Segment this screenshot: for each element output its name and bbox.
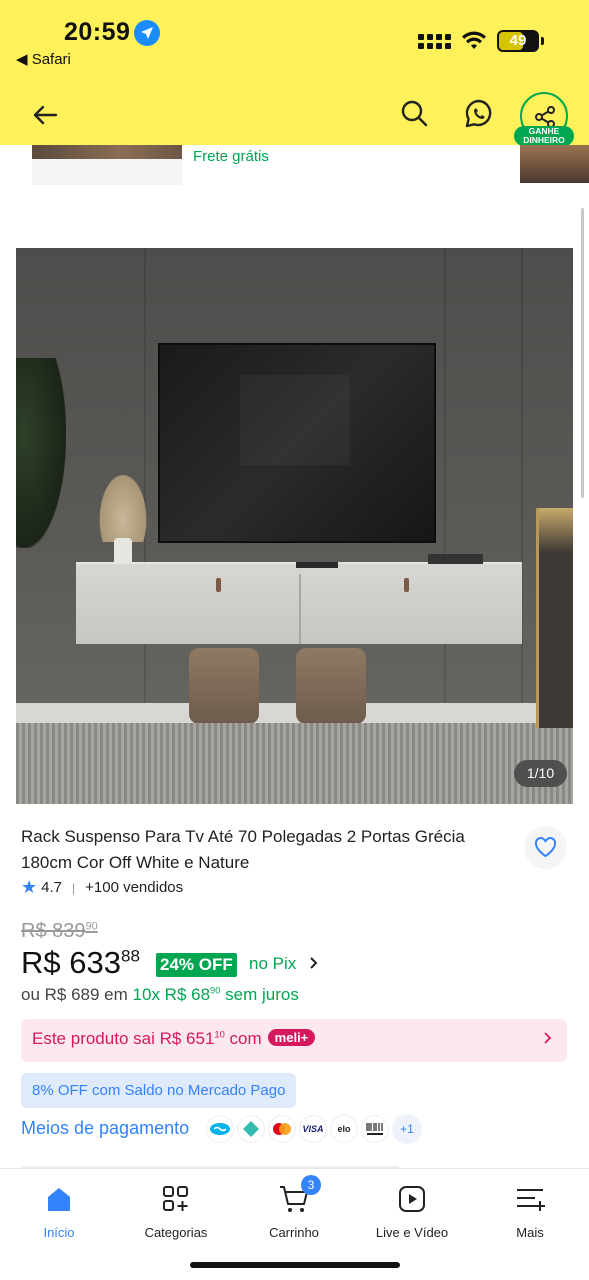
tab-label: Live e Vídeo <box>375 1225 449 1240</box>
share-earn-badge[interactable]: GANHE DINHEIRO <box>514 126 574 146</box>
discount-badge: 24% OFF <box>156 953 237 977</box>
battery-icon: 49 <box>497 30 544 52</box>
related-product-image[interactable] <box>520 145 589 183</box>
tab-label: Carrinho <box>269 1225 319 1240</box>
home-indicator[interactable] <box>190 1262 400 1268</box>
payment-methods-link[interactable]: Meios de pagamento <box>21 1118 189 1139</box>
rating-value: 4.7 <box>41 879 62 896</box>
pix-link[interactable]: no Pix <box>249 954 319 974</box>
battery-level: 49 <box>509 32 527 49</box>
chevron-right-icon <box>310 957 318 969</box>
free-shipping-label: Frete grátis <box>193 148 269 165</box>
installments-info: ou R$ 689 em 10x R$ 6890 sem juros <box>21 985 299 1004</box>
favorite-button[interactable] <box>524 826 567 869</box>
product-image[interactable]: 1/10 <box>16 248 573 804</box>
divider: | <box>72 880 76 895</box>
visa-icon: VISA <box>299 1115 327 1143</box>
top-header: 20:59 ◀ Safari 49 GANHE DINHEIRO <box>0 0 589 146</box>
related-product-card[interactable] <box>32 159 182 185</box>
tab-label: Mais <box>516 1225 544 1240</box>
tab-home[interactable]: Início <box>4 1181 114 1240</box>
mercado-pago-discount-badge: 8% OFF com Saldo no Mercado Pago <box>21 1073 297 1108</box>
current-price: R$ 63388 <box>21 945 140 980</box>
tab-more[interactable]: Mais <box>475 1181 585 1240</box>
payment-icons[interactable]: VISA elo +1 <box>206 1114 422 1144</box>
cart-count-badge: 3 <box>301 1175 321 1195</box>
status-time: 20:59 <box>64 18 131 46</box>
location-arrow-icon <box>134 20 160 46</box>
tab-live-video[interactable]: Live e Vídeo <box>357 1181 467 1240</box>
rating-row[interactable]: ★ 4.7 | +100 vendidos <box>21 877 183 898</box>
original-price: R$ 83990 <box>21 920 98 942</box>
categories-grid-icon <box>163 1186 188 1211</box>
image-counter: 1/10 <box>514 760 567 787</box>
cellular-signal-icon <box>418 33 451 49</box>
home-icon <box>48 1188 70 1211</box>
related-carousel-strip: Frete grátis <box>0 145 589 190</box>
wifi-icon <box>462 31 486 49</box>
search-icon[interactable] <box>398 97 430 129</box>
heart-icon <box>534 837 557 858</box>
meli-plus-text: Este produto sai R$ 65110 com meli+ <box>32 1029 316 1049</box>
meli-plus-logo: meli+ <box>267 1029 316 1046</box>
meli-plus-banner[interactable]: Este produto sai R$ 65110 com meli+ <box>21 1019 567 1062</box>
more-payment-methods[interactable]: +1 <box>392 1114 422 1144</box>
tab-categories[interactable]: Categorias <box>121 1181 231 1240</box>
chevron-right-icon <box>544 1032 552 1044</box>
tv-illustration <box>158 343 436 543</box>
more-menu-icon <box>517 1189 545 1211</box>
tab-cart[interactable]: 3 Carrinho <box>239 1175 349 1240</box>
scrollbar[interactable] <box>581 208 584 498</box>
play-video-icon <box>399 1186 425 1212</box>
back-to-safari[interactable]: ◀ Safari <box>16 50 71 68</box>
tab-label: Início <box>43 1225 75 1240</box>
related-product-image[interactable] <box>32 145 182 159</box>
star-icon: ★ <box>21 877 38 897</box>
elo-icon: elo <box>330 1115 358 1143</box>
tab-label: Categorias <box>144 1225 208 1240</box>
product-title: Rack Suspenso Para Tv Até 70 Polegadas 2… <box>21 827 465 872</box>
mercado-pago-icon <box>206 1115 234 1143</box>
mastercard-icon <box>268 1115 296 1143</box>
back-arrow-icon[interactable] <box>30 100 60 130</box>
pix-icon <box>237 1115 265 1143</box>
whatsapp-share-icon[interactable] <box>462 97 496 131</box>
status-icons: 49 <box>418 30 544 52</box>
sold-count: +100 vendidos <box>85 879 184 896</box>
boleto-icon <box>361 1115 389 1143</box>
